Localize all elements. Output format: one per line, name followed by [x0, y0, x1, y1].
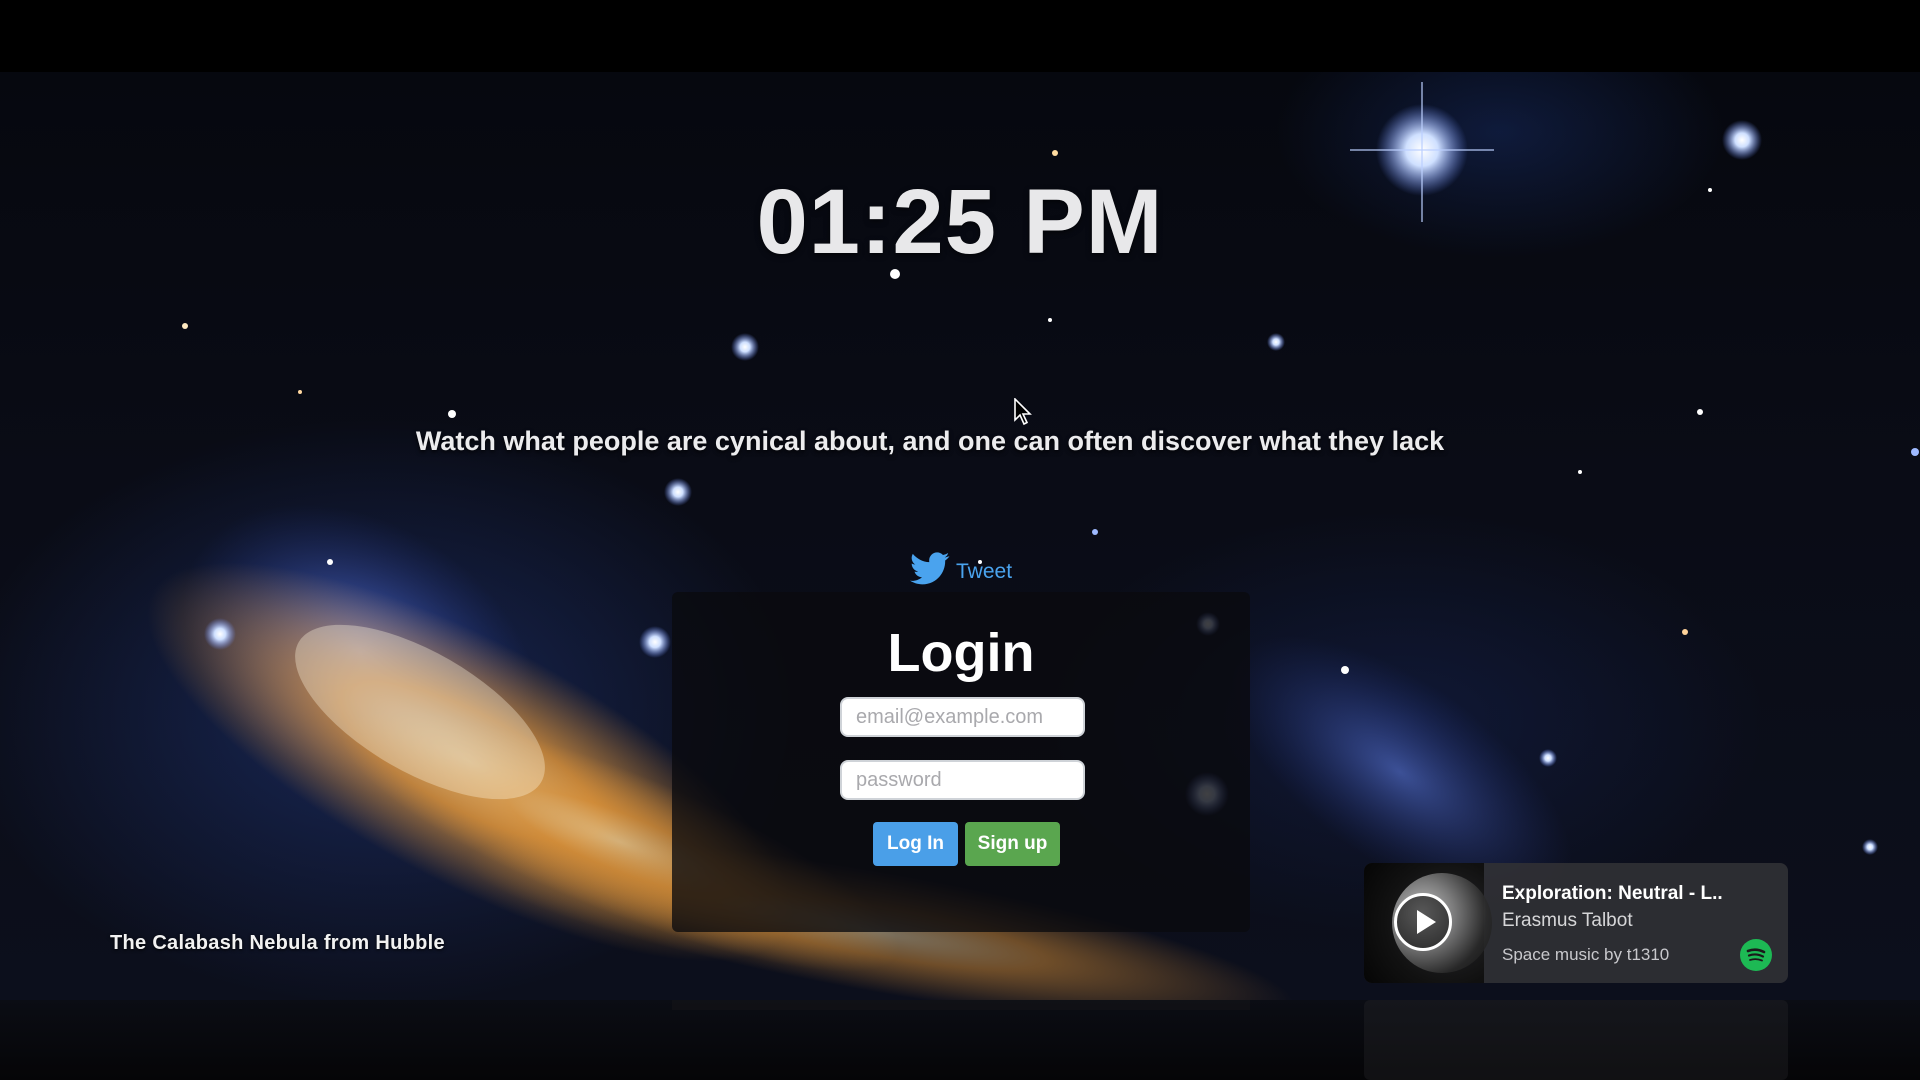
reflection-music-card: [1364, 1000, 1788, 1080]
tweet-label: Tweet: [956, 560, 1013, 583]
password-field[interactable]: [840, 760, 1085, 800]
background-caption[interactable]: The Calabash Nebula from Hubble: [110, 932, 445, 955]
login-panel: Login Log In Sign up: [672, 592, 1250, 932]
new-tab-page: 01:25 PM Watch what people are cynical a…: [0, 0, 1920, 1080]
login-button[interactable]: Log In: [873, 822, 958, 866]
mouse-cursor-icon: [1014, 398, 1032, 426]
track-artist[interactable]: Erasmus Talbot: [1502, 910, 1633, 932]
email-field[interactable]: [840, 697, 1085, 737]
reflection-login-panel: [672, 1000, 1250, 1010]
play-icon: [1417, 910, 1436, 934]
tweet-button[interactable]: Tweet: [910, 552, 1012, 586]
music-player-card: Exploration: Neutral - L.. Erasmus Talbo…: [1364, 863, 1788, 983]
top-bar: [0, 0, 1920, 72]
clock-time: 01:25 PM: [756, 171, 1164, 273]
spotify-waves-icon: [1746, 948, 1766, 962]
track-source: Space music by t1310: [1502, 945, 1670, 964]
twitter-bird-icon: [910, 552, 950, 585]
album-art: [1364, 863, 1492, 983]
signup-button[interactable]: Sign up: [965, 822, 1060, 866]
reflection-strip: [0, 1000, 1920, 1080]
quote-text: Watch what people are cynical about, and…: [415, 426, 1445, 456]
spotify-icon[interactable]: [1740, 939, 1772, 971]
play-button[interactable]: [1394, 893, 1452, 951]
track-title[interactable]: Exploration: Neutral - L..: [1502, 883, 1723, 905]
login-title: Login: [887, 623, 1035, 683]
